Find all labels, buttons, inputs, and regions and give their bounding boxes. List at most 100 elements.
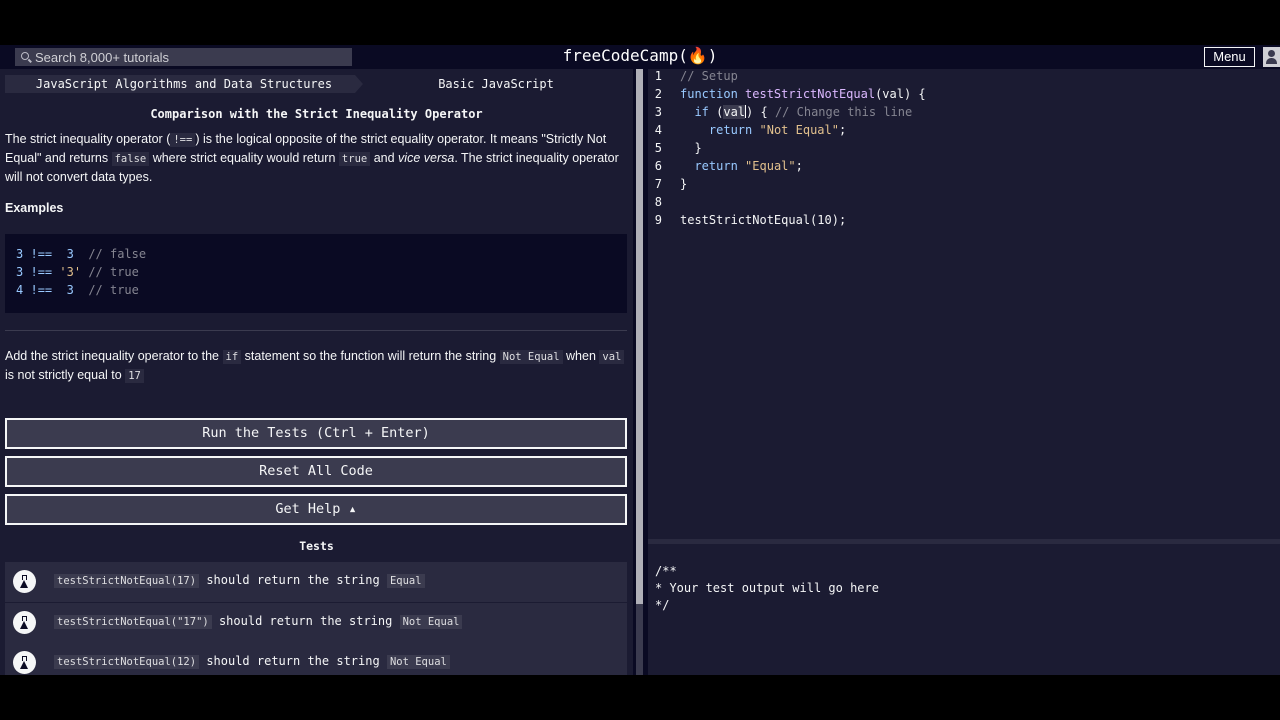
line-number: 5 [654, 141, 662, 155]
example-right: 3 [59, 283, 82, 297]
code-line: 5 } [648, 141, 1280, 159]
code-token: ; [795, 159, 803, 173]
line-number: 2 [654, 87, 662, 101]
test-text: testStrictNotEqual(17) should return the… [54, 573, 425, 588]
inline-code: val [599, 350, 625, 364]
code-line: 3 if (val) { // Change this line [648, 105, 1280, 123]
code-text: if (val) { // Change this line [680, 105, 912, 119]
reset-code-button[interactable]: Reset All Code [5, 456, 627, 487]
code-token: ( [708, 105, 724, 119]
code-keyword: function [680, 87, 738, 101]
code-text: function testStrictNotEqual(val) { [680, 87, 926, 101]
example-right: 3 [59, 247, 82, 261]
example-operator: !== [30, 247, 53, 261]
line-number: 8 [654, 195, 662, 209]
code-text: // Setup [680, 69, 738, 83]
code-comment: // Setup [680, 69, 738, 83]
code-keyword: return [694, 159, 738, 173]
tests-heading: Tests [299, 539, 334, 553]
menu-button[interactable]: Menu [1204, 47, 1255, 67]
output-line: * Your test output will go here [655, 581, 879, 595]
code-keyword: if [694, 105, 709, 119]
test-call: testStrictNotEqual(17) [54, 574, 200, 588]
code-string: "Not Equal" [759, 123, 839, 137]
search-input[interactable] [35, 48, 345, 66]
inline-code: !== [170, 133, 196, 147]
example-operator: !== [30, 283, 53, 297]
desc-text: and [373, 151, 395, 166]
navbar: freeCodeCamp(🔥) Menu [0, 45, 1280, 69]
user-avatar-icon[interactable] [1263, 47, 1280, 67]
example-comment: // true [88, 283, 139, 297]
test-text: testStrictNotEqual("17") should return t… [54, 614, 463, 629]
inline-code: false [111, 152, 150, 167]
example-operator: !== [30, 265, 53, 279]
flask-icon [13, 570, 36, 593]
example-line: 3 !== '3' // true [16, 265, 139, 279]
instructions-scrollbar[interactable] [636, 69, 643, 675]
test-item: testStrictNotEqual(12) should return the… [5, 643, 627, 675]
line-number: 7 [654, 177, 662, 191]
code-text: } [680, 141, 702, 155]
challenge-description: The strict inequality operator (!==) is … [5, 130, 627, 187]
section-divider [5, 330, 627, 331]
output-line: */ [655, 598, 670, 612]
run-tests-button[interactable]: Run the Tests (Ctrl + Enter) [5, 418, 627, 449]
instr-text: statement so the function will return th… [244, 349, 497, 363]
code-function-name: testStrictNotEqual [745, 87, 876, 101]
test-call: testStrictNotEqual(12) [54, 655, 200, 669]
code-token: } [680, 177, 688, 191]
inline-code: true [338, 152, 371, 167]
code-text: return "Not Equal"; [680, 123, 846, 137]
test-item: testStrictNotEqual(17) should return the… [5, 562, 627, 602]
code-text: } [680, 177, 687, 191]
inline-code: 17 [125, 369, 144, 384]
code-token: } [694, 141, 702, 155]
code-line: 2 function testStrictNotEqual(val) { [648, 87, 1280, 105]
test-text: testStrictNotEqual(12) should return the… [54, 654, 450, 669]
example-comment: // false [88, 247, 147, 261]
line-number: 4 [654, 123, 662, 137]
test-expected: Not Equal [399, 615, 463, 629]
desc-text: where strict equality would return [152, 151, 336, 166]
breadcrumb-block[interactable]: Basic JavaScript [365, 75, 627, 93]
desc-emphasis: vice versa [398, 151, 455, 166]
line-number: 6 [654, 159, 662, 173]
line-number: 3 [654, 105, 662, 119]
scrollbar-thumb[interactable] [636, 69, 643, 604]
code-token: testStrictNotEqual [680, 213, 811, 227]
examples-heading: Examples [5, 201, 64, 215]
code-line: 6 return "Equal"; [648, 159, 1280, 177]
code-editor[interactable]: 1// Setup 2 function testStrictNotEqual(v… [648, 69, 1280, 539]
test-description: should return the string [218, 614, 393, 628]
get-help-button[interactable]: Get Help ▴ [5, 494, 627, 525]
freecodecamp-logo[interactable]: freeCodeCamp(🔥) [563, 46, 718, 65]
examples-code-block: 3 !== 3 // false 3 !== '3' // true 4 !==… [5, 234, 627, 313]
code-token: ) { [746, 105, 775, 119]
challenge-title: Comparison with the Strict Inequality Op… [150, 107, 483, 121]
code-line: 4 return "Not Equal"; [648, 123, 1280, 141]
instructions-panel: JavaScript Algorithms and Data Structure… [0, 69, 633, 675]
search-box[interactable] [15, 48, 352, 66]
code-line: 8 [648, 195, 1280, 213]
challenge-instructions: Add the strict inequality operator to th… [5, 347, 627, 385]
desc-text: The strict inequality operator ( [5, 132, 171, 146]
code-string: "Equal" [745, 159, 796, 173]
code-line: 9 testStrictNotEqual(10); [648, 213, 1280, 231]
instr-text: Add the strict inequality operator to th… [5, 349, 220, 363]
test-call: testStrictNotEqual("17") [54, 615, 212, 629]
example-left: 3 [16, 247, 24, 261]
line-number: 9 [654, 213, 662, 227]
example-right: '3' [59, 265, 82, 279]
flask-icon [13, 611, 36, 634]
inline-code: Not Equal [499, 350, 563, 364]
example-left: 4 [16, 283, 24, 297]
breadcrumb-superblock[interactable]: JavaScript Algorithms and Data Structure… [5, 75, 363, 93]
example-line: 4 !== 3 // true [16, 283, 139, 297]
code-text: testStrictNotEqual(10); [680, 213, 846, 227]
code-line: 1 // Setup [648, 69, 1280, 87]
selected-text: val [723, 105, 746, 119]
instr-text: is not strictly equal to [5, 368, 122, 383]
code-comment: // Change this line [774, 105, 913, 119]
flask-icon [13, 651, 36, 674]
